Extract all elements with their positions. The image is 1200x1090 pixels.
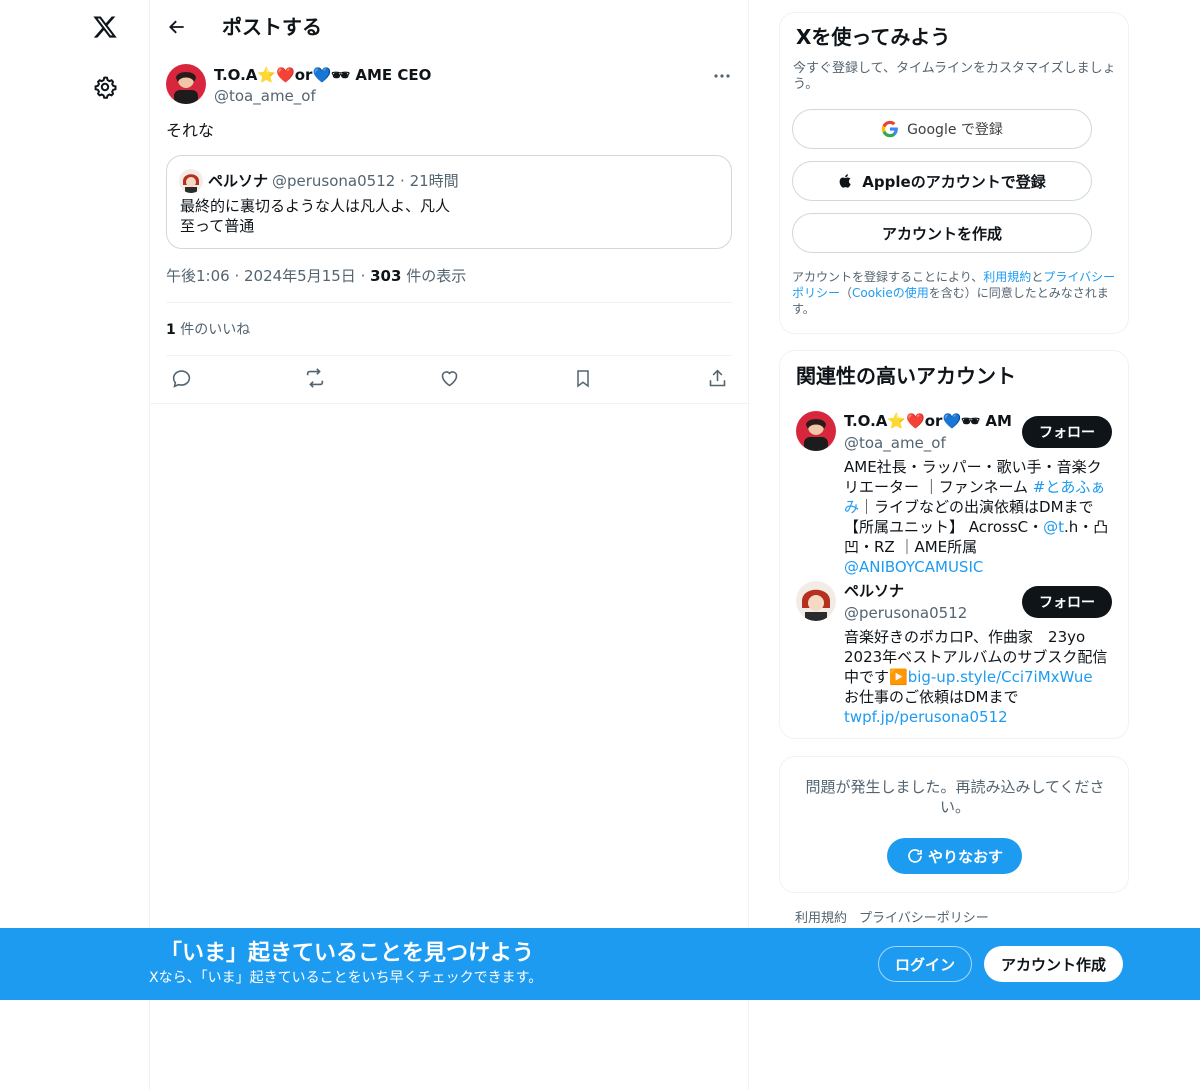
apple-signup-label: Appleのアカウントで登録 bbox=[862, 172, 1046, 191]
account-name[interactable]: ペルソナ bbox=[844, 581, 1012, 601]
banner-title: 「いま」起きていることを見つけよう bbox=[160, 941, 535, 966]
refresh-icon bbox=[906, 847, 924, 865]
bio-text: お仕事のご依頼はDMまで bbox=[844, 688, 1019, 706]
views-label: 件の表示 bbox=[401, 267, 467, 285]
footer-privacy-link[interactable]: プライバシーポリシー bbox=[859, 911, 989, 926]
divider bbox=[166, 355, 732, 356]
gear-icon[interactable] bbox=[88, 70, 122, 104]
footer-terms-link[interactable]: 利用規約 bbox=[795, 911, 847, 926]
post-author-handle[interactable]: @toa_ame_of bbox=[214, 86, 316, 106]
follow-button[interactable]: フォロー bbox=[1022, 416, 1112, 448]
divider bbox=[150, 403, 750, 404]
main-column: ポストする T.O.A⭐❤️or💙🕶 AME CEO @toa_ame_of そ… bbox=[149, 0, 750, 1090]
account-bio: 音楽好きのボカロP、作曲家 23yo 2023年ベストアルバムのサブスク配信中で… bbox=[844, 627, 1112, 727]
create-account-label: アカウントを作成 bbox=[881, 224, 1002, 243]
error-message: 問題が発生しました。再読み込みしてください。 bbox=[805, 778, 1105, 816]
legal-notice: アカウントを登録することにより、利用規約とプライバシーポリシー（Cookieの使… bbox=[792, 269, 1120, 317]
post-author-name[interactable]: T.O.A⭐❤️or💙🕶 AME CEO bbox=[214, 65, 431, 85]
left-nav bbox=[0, 0, 149, 1090]
apple-icon bbox=[838, 172, 854, 190]
account-bio: AME社長・ラッパー・歌い手・音楽クリエーター ｜ファンネーム #とあふぁみ｜ラ… bbox=[844, 457, 1112, 577]
quote-author-handle: @perusona0512 · 21時間 bbox=[272, 172, 459, 190]
related-accounts-card: 関連性の高いアカウント T.O.A⭐❤️or💙🕶 AME CEO @toa_am… bbox=[779, 350, 1129, 739]
avatar[interactable] bbox=[796, 411, 836, 451]
likes-count: 1 bbox=[166, 322, 176, 338]
google-signup-label: Google で登録 bbox=[907, 122, 1003, 138]
post: T.O.A⭐❤️or💙🕶 AME CEO @toa_ame_of それな ペルソ… bbox=[166, 62, 734, 388]
avatar[interactable] bbox=[166, 64, 206, 104]
views-count: 303 bbox=[370, 267, 402, 285]
google-signup-button[interactable]: Google で登録 bbox=[792, 109, 1092, 149]
post-meta: 午後1:06 · 2024年5月15日 · 303 件の表示 bbox=[166, 266, 466, 286]
google-icon bbox=[881, 120, 899, 138]
apple-signup-button[interactable]: Appleのアカウントで登録 bbox=[792, 161, 1092, 201]
account-handle[interactable]: @perusona0512 bbox=[844, 603, 967, 623]
quote-avatar bbox=[179, 169, 203, 193]
quoted-post[interactable]: ペルソナ @perusona0512 · 21時間 最終的に裏切るような人は凡人… bbox=[166, 155, 732, 249]
avatar[interactable] bbox=[796, 581, 836, 621]
bio-link[interactable]: big-up.style/Cci7iMxWue bbox=[908, 668, 1093, 686]
legal-text: （ bbox=[840, 286, 853, 300]
account-handle[interactable]: @toa_ame_of bbox=[844, 433, 946, 453]
x-logo-icon[interactable] bbox=[88, 10, 122, 44]
bio-link[interactable]: twpf.jp/perusona0512 bbox=[844, 708, 1008, 726]
signup-card: Xを使ってみよう 今すぐ登録して、タイムラインをカスタマイズしましょう。 Goo… bbox=[779, 12, 1129, 334]
error-card: 問題が発生しました。再読み込みしてください。 やりなおす bbox=[779, 756, 1129, 893]
mention-link[interactable]: @ANIBOYCAMUSIC bbox=[844, 558, 983, 576]
retry-label: やりなおす bbox=[927, 847, 1003, 866]
cookie-link[interactable]: Cookieの使用 bbox=[852, 286, 929, 300]
divider bbox=[166, 302, 732, 303]
signup-button[interactable]: アカウント作成 bbox=[984, 946, 1123, 982]
meta-separator: · bbox=[355, 267, 371, 285]
like-icon[interactable] bbox=[437, 366, 461, 390]
signup-title: Xを使ってみよう bbox=[796, 25, 951, 49]
reply-icon[interactable] bbox=[169, 366, 193, 390]
follow-button[interactable]: フォロー bbox=[1022, 586, 1112, 618]
likes-label: 件のいいね bbox=[175, 322, 251, 338]
legal-text: アカウントを登録することにより、 bbox=[792, 270, 984, 284]
likes-summary[interactable]: 1 件のいいね bbox=[166, 320, 250, 340]
mention-link[interactable]: @t bbox=[1043, 518, 1064, 536]
quote-line: 至って普通 bbox=[180, 217, 255, 235]
post-timestamp[interactable]: 午後1:06 · 2024年5月15日 bbox=[166, 267, 356, 285]
quote-author-name: ペルソナ bbox=[208, 172, 269, 190]
more-icon[interactable] bbox=[710, 66, 734, 86]
bookmark-icon[interactable] bbox=[571, 366, 595, 390]
legal-text: と bbox=[1031, 270, 1044, 284]
signup-banner: 「いま」起きていることを見つけよう Xなら、「いま」起きていることをいち早くチェ… bbox=[0, 928, 1200, 1000]
back-arrow-icon[interactable] bbox=[164, 14, 190, 40]
top-bar: ポストする bbox=[150, 0, 750, 54]
footer-links: 利用規約 プライバシーポリシー bbox=[795, 910, 1001, 928]
post-text: それな bbox=[166, 121, 215, 140]
terms-link[interactable]: 利用規約 bbox=[983, 270, 1031, 284]
quote-line: 最終的に裏切るような人は凡人よ、凡人 bbox=[180, 197, 451, 215]
create-account-button[interactable]: アカウントを作成 bbox=[792, 213, 1092, 253]
signup-subtitle: 今すぐ登録して、タイムラインをカスタマイズしましょう。 bbox=[793, 61, 1116, 92]
quote-text: 最終的に裏切るような人は凡人よ、凡人 至って普通 bbox=[180, 196, 700, 236]
repost-icon[interactable] bbox=[303, 366, 327, 390]
page-title: ポストする bbox=[222, 15, 322, 39]
post-header: T.O.A⭐❤️or💙🕶 AME CEO @toa_ame_of bbox=[166, 62, 734, 110]
account-name[interactable]: T.O.A⭐❤️or💙🕶 AME CEO bbox=[844, 411, 1012, 431]
banner-subtitle: Xなら、「いま」起きていることをいち早くチェックできます。 bbox=[149, 970, 543, 986]
related-title: 関連性の高いアカウント bbox=[796, 364, 1016, 388]
action-bar bbox=[166, 362, 732, 396]
retry-button[interactable]: やりなおす bbox=[887, 838, 1022, 874]
login-button[interactable]: ログイン bbox=[878, 946, 972, 982]
share-icon[interactable] bbox=[705, 366, 729, 390]
